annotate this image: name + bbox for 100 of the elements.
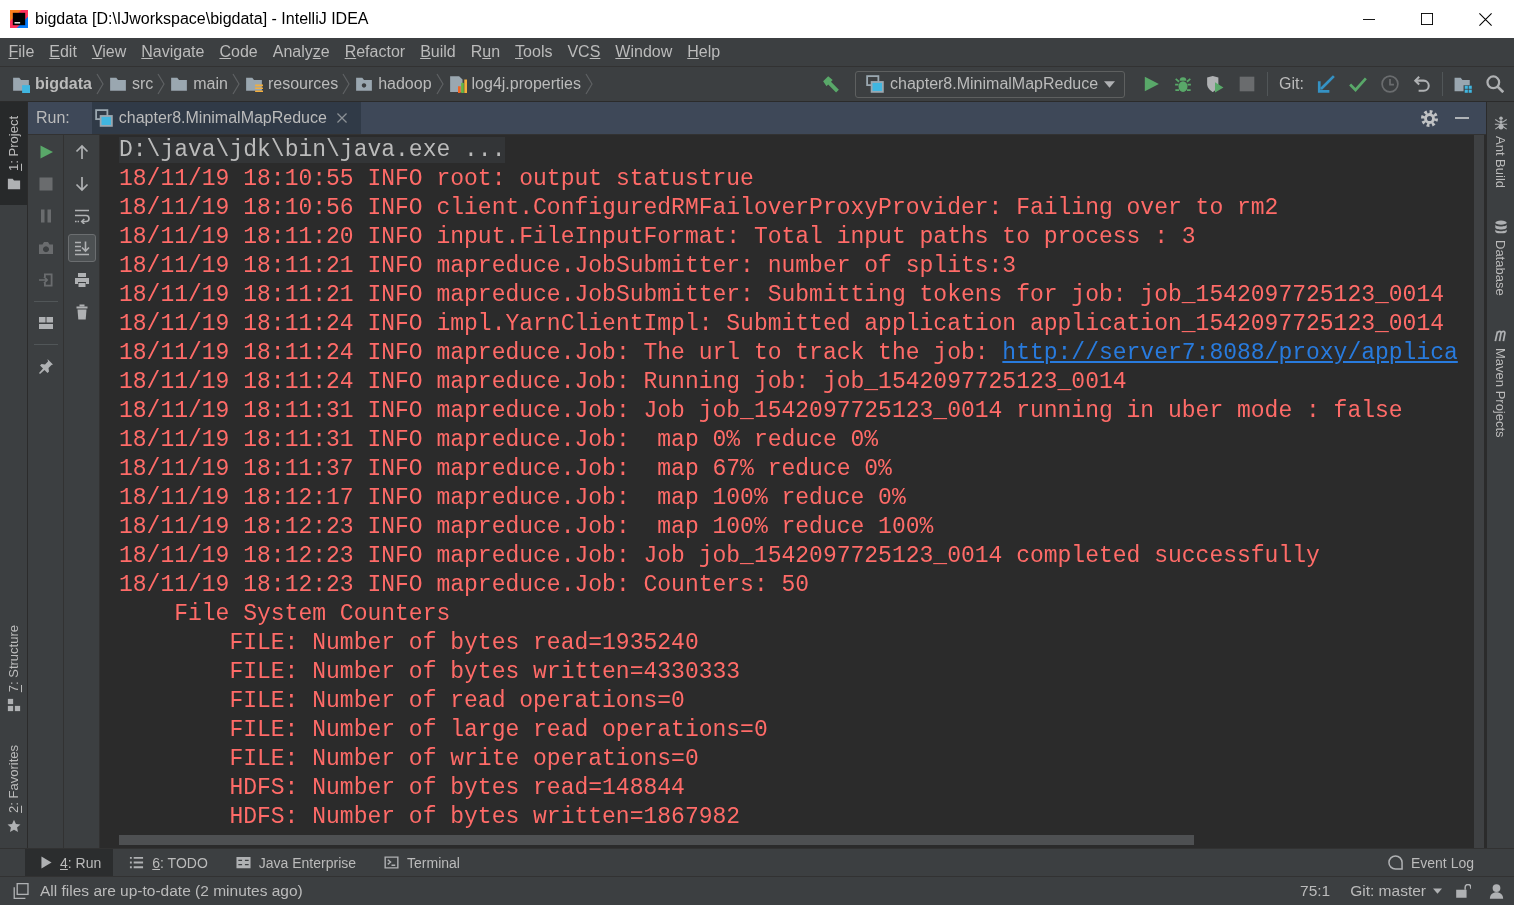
folded-lines-marker[interactable]: ... bbox=[450, 137, 506, 163]
person-icon[interactable] bbox=[1489, 883, 1504, 899]
tool-window-tab[interactable]: Event Log bbox=[1371, 849, 1486, 876]
hammer-icon[interactable] bbox=[822, 75, 840, 93]
tool-window-tab[interactable]: 2: Favorites bbox=[0, 731, 27, 847]
chevron-icon bbox=[435, 73, 444, 95]
git-branch-selector[interactable]: Git: master bbox=[1350, 882, 1442, 900]
bug-icon[interactable] bbox=[1174, 75, 1193, 93]
terminal-icon bbox=[384, 855, 400, 870]
folder-lines-icon bbox=[244, 75, 263, 93]
command-text: D:\java\jdk\bin\java.exe bbox=[119, 137, 451, 163]
console-line: 18/11/19 18:10:56 INFO client.ConfiguredRMFailoverProxyProvider: Failing over to rm2 bbox=[119, 194, 1279, 223]
tool-window-tab[interactable]: Maven Projects bbox=[1487, 319, 1514, 446]
menu-item[interactable]: Navigate bbox=[133, 43, 212, 61]
play-icon bbox=[41, 856, 52, 869]
window-icon bbox=[94, 109, 113, 127]
chevron-icon bbox=[584, 73, 593, 95]
vcs-label: Git: bbox=[1279, 75, 1304, 93]
breadcrumb-item[interactable]: resources bbox=[244, 75, 339, 93]
arrow-down-icon bbox=[73, 176, 90, 192]
console-line: HDFS: Number of bytes written=1867982 bbox=[229, 803, 741, 832]
console-line: FILE: Number of write operations=0 bbox=[229, 745, 699, 774]
layout-icon[interactable] bbox=[37, 315, 54, 331]
tool-window-tab[interactable]: Ant Build bbox=[1487, 108, 1514, 197]
breadcrumb-item[interactable]: hadoop bbox=[355, 75, 432, 93]
breadcrumb-item[interactable]: main bbox=[170, 75, 228, 93]
console-line: File System Counters bbox=[174, 600, 451, 629]
pin-icon[interactable] bbox=[37, 358, 54, 374]
menu-item[interactable]: Tools bbox=[507, 43, 560, 61]
menu-item[interactable]: VCS bbox=[559, 43, 608, 61]
breadcrumb-item[interactable]: bigdata bbox=[12, 75, 92, 93]
horizontal-scrollbar[interactable] bbox=[119, 835, 1194, 845]
panel-title: Run: bbox=[35, 109, 71, 127]
console-line: 18/11/19 18:12:23 INFO mapreduce.Job: map 100% reduce 100% bbox=[119, 513, 934, 542]
menu-item[interactable]: Analyze bbox=[265, 43, 338, 61]
tool-window-tab[interactable]: 4: Run bbox=[25, 849, 114, 876]
search-icon[interactable] bbox=[1486, 75, 1504, 93]
console-line: FILE: Number of read operations=0 bbox=[229, 687, 685, 716]
settings-icon[interactable] bbox=[1421, 109, 1438, 127]
console-line: 18/11/19 18:12:17 INFO mapreduce.Job: map 100% reduce 0% bbox=[119, 484, 906, 513]
console-line: 18/11/19 18:11:31 INFO mapreduce.Job: Job job_1542097725123_0014 running in uber mode : false bbox=[119, 397, 1403, 426]
tool-window-tab[interactable]: 7: Structure bbox=[0, 610, 27, 727]
run-config-dropdown[interactable]: chapter8.MinimalMapReduce bbox=[855, 70, 1126, 98]
play-icon[interactable] bbox=[37, 144, 54, 160]
chevron-icon bbox=[231, 73, 240, 95]
tool-window-tab[interactable]: Terminal bbox=[368, 849, 472, 876]
squares-icon[interactable] bbox=[13, 883, 29, 899]
folder-grid-icon[interactable] bbox=[1454, 75, 1472, 93]
caret-down-icon bbox=[1433, 888, 1442, 894]
app-logo-icon bbox=[10, 10, 28, 28]
module-folder-icon bbox=[12, 75, 30, 93]
menu-item[interactable]: Refactor bbox=[337, 43, 413, 61]
close-icon[interactable] bbox=[1478, 12, 1492, 26]
caret-position[interactable]: 75:1 bbox=[1300, 882, 1331, 900]
minimize-icon[interactable] bbox=[1363, 18, 1375, 20]
shield-play-icon[interactable] bbox=[1206, 75, 1225, 93]
database-icon bbox=[1493, 220, 1508, 235]
menu-item[interactable]: File bbox=[1, 43, 42, 61]
console-line: 18/11/19 18:11:24 INFO impl.YarnClientImpl: Submitted application application_1542097725123_0014 bbox=[119, 310, 1444, 339]
wrap-lines-icon bbox=[73, 208, 90, 224]
window-title: bigdata [D:\IJworkspace\bigdata] - IntelliJ IDEA bbox=[35, 10, 370, 28]
console-line: 18/11/19 18:12:23 INFO mapreduce.Job: Counters: 50 bbox=[119, 571, 810, 600]
console-line: 18/11/19 18:11:21 INFO mapreduce.JobSubmitter: number of splits:3 bbox=[119, 252, 1017, 281]
ant-icon bbox=[1493, 116, 1508, 130]
menu-item[interactable]: Run bbox=[463, 43, 508, 61]
list-icon bbox=[129, 855, 145, 870]
folder-icon bbox=[108, 75, 127, 93]
chevron-icon bbox=[95, 73, 104, 95]
menu-item[interactable]: View bbox=[84, 43, 134, 61]
console-line: 18/11/19 18:11:24 INFO mapreduce.Job: The url to track the job: http://server7:8088/proxy/applica bbox=[119, 339, 1458, 368]
arrow-down-left-icon[interactable] bbox=[1317, 75, 1335, 93]
console-line: 18/11/19 18:11:20 INFO input.FileInputFormat: Total input paths to process : 3 bbox=[119, 223, 1196, 252]
run-tab[interactable]: chapter8.MinimalMapReduce bbox=[91, 102, 361, 134]
menu-item[interactable]: Help bbox=[679, 43, 728, 61]
console-line: 18/11/19 18:12:23 INFO mapreduce.Job: Job job_1542097725123_0014 completed successfully bbox=[119, 542, 1320, 571]
tool-window-tab[interactable]: Java Enterprise bbox=[219, 849, 369, 876]
padlock-icon[interactable] bbox=[1456, 884, 1471, 898]
vertical-scrollbar[interactable] bbox=[1472, 135, 1486, 848]
console-line: FILE: Number of bytes written=4330333 bbox=[229, 658, 741, 687]
tool-window-tab[interactable]: 1: Project bbox=[0, 102, 27, 205]
chevron-icon bbox=[342, 73, 351, 95]
breadcrumb-item[interactable]: src bbox=[108, 75, 154, 93]
console-link[interactable]: http://server7:8088/proxy/applica bbox=[1002, 340, 1458, 366]
breadcrumb-item[interactable]: log4j.properties bbox=[448, 75, 581, 93]
console-line: HDFS: Number of bytes read=148844 bbox=[229, 774, 685, 803]
play-icon[interactable] bbox=[1142, 75, 1161, 93]
scroll-to-end-icon bbox=[73, 240, 90, 256]
menu-item[interactable]: Build bbox=[412, 43, 464, 61]
menu-item[interactable]: Edit bbox=[41, 43, 85, 61]
console-line: 18/11/19 18:10:55 INFO root: output statustrue bbox=[119, 165, 754, 194]
toolbar-button[interactable] bbox=[67, 234, 96, 262]
folder-icon bbox=[170, 75, 189, 93]
maximize-icon[interactable] bbox=[1421, 13, 1433, 25]
menu-item[interactable]: Window bbox=[607, 43, 680, 61]
undo-icon[interactable] bbox=[1413, 75, 1431, 93]
checkmark-icon[interactable] bbox=[1349, 75, 1367, 93]
console-line: FILE: Number of large read operations=0 bbox=[229, 716, 768, 745]
menu-item[interactable]: Code bbox=[211, 43, 266, 61]
tool-window-tab[interactable]: Database bbox=[1487, 212, 1514, 304]
tool-window-tab[interactable]: 6: TODO bbox=[113, 849, 220, 876]
